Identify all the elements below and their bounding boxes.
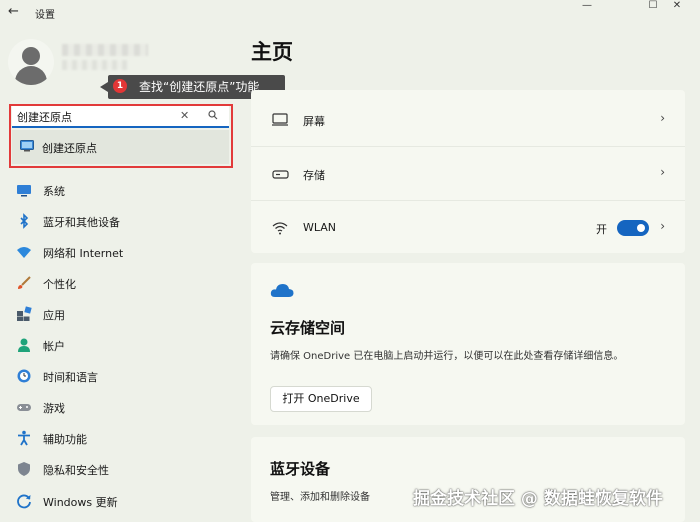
minimize-button[interactable]: —	[564, 0, 610, 14]
sidebar-item-privacy[interactable]: 隐私和安全性	[12, 456, 232, 484]
bluetooth-icon	[20, 213, 29, 229]
monitor-icon	[17, 185, 31, 197]
sidebar-item-time-language[interactable]: 时间和语言	[12, 363, 232, 391]
sidebar-item-label: 应用	[43, 309, 65, 322]
settings-row-display[interactable]: 屏幕 ›	[251, 100, 685, 140]
highlight-frame	[9, 104, 233, 168]
row-label: 存储	[303, 169, 325, 182]
cloud-storage-description: 请确保 OneDrive 已在电脑上启动并运行，以便可以在此处查看存储详细信息。	[270, 351, 624, 362]
sidebar-item-label: 时间和语言	[43, 371, 98, 384]
apps-icon	[17, 306, 32, 321]
cloud-storage-title: 云存储空间	[270, 319, 346, 337]
sidebar-item-bluetooth[interactable]: 蓝牙和其他设备	[12, 208, 232, 236]
chevron-right-icon: ›	[660, 219, 665, 233]
settings-row-storage[interactable]: 存储 ›	[251, 154, 685, 194]
sidebar-item-gaming[interactable]: 游戏	[12, 394, 232, 422]
sidebar-item-accessibility[interactable]: 辅助功能	[12, 425, 232, 453]
avatar-head	[22, 47, 40, 65]
globe-clock-icon	[17, 369, 31, 383]
sidebar-item-label: 辅助功能	[43, 433, 87, 446]
toggle-state-label: 开	[596, 223, 607, 236]
toggle-knob	[637, 224, 645, 232]
callout-text: 查找“创建还原点”功能	[139, 80, 260, 94]
watermark: 掘金技术社区 @ 数据蛙恢复软件	[413, 489, 663, 509]
sidebar-item-label: 系统	[43, 185, 65, 198]
gamepad-icon	[17, 404, 31, 411]
chevron-right-icon: ›	[660, 111, 665, 125]
avatar[interactable]	[8, 39, 54, 85]
account-icon	[18, 338, 30, 352]
wifi-icon	[272, 222, 288, 235]
divider	[251, 146, 685, 147]
row-label: 屏幕	[303, 115, 325, 128]
app-title: 设置	[35, 10, 55, 21]
sidebar-item-accounts[interactable]: 帐户	[12, 332, 232, 360]
back-button[interactable]: ←	[8, 4, 24, 20]
bluetooth-devices-title: 蓝牙设备	[270, 460, 331, 478]
callout-arrow	[100, 82, 108, 92]
sidebar-item-label: 隐私和安全性	[43, 464, 109, 477]
divider	[251, 200, 685, 201]
blurred-user-name	[62, 44, 148, 56]
quick-settings-card: 屏幕 › 存储 › WLAN 开 ›	[251, 90, 685, 253]
bluetooth-devices-card: 蓝牙设备 管理、添加和删除设备	[251, 437, 685, 522]
settings-row-wlan[interactable]: WLAN 开 ›	[251, 208, 685, 248]
sidebar-item-system[interactable]: 系统	[12, 177, 232, 205]
page-title: 主页	[251, 40, 293, 64]
sidebar-item-label: 游戏	[43, 402, 65, 415]
sidebar-item-label: 帐户	[43, 340, 65, 353]
title-bar: ← 设置 — ☐ ✕	[0, 0, 700, 26]
shield-icon	[18, 462, 30, 476]
sidebar-item-windows-update[interactable]: Windows 更新	[12, 488, 232, 516]
storage-icon	[272, 170, 289, 179]
sidebar-item-network[interactable]: 网络和 Internet	[12, 239, 232, 267]
sidebar-item-personalization[interactable]: 个性化	[12, 270, 232, 298]
sidebar-item-apps[interactable]: 应用	[12, 301, 232, 329]
step-badge: 1	[113, 79, 127, 93]
row-label: WLAN	[303, 221, 337, 234]
blurred-user-email	[62, 60, 128, 70]
close-button[interactable]: ✕	[654, 0, 700, 14]
onedrive-cloud-icon	[270, 284, 294, 297]
sidebar-item-label: 个性化	[43, 278, 76, 291]
wifi-icon	[17, 247, 31, 258]
wlan-toggle[interactable]	[617, 220, 649, 236]
update-icon	[17, 494, 31, 509]
cloud-storage-card: 云存储空间 请确保 OneDrive 已在电脑上启动并运行，以便可以在此处查看存…	[251, 263, 685, 425]
sidebar-item-label: 网络和 Internet	[43, 247, 124, 260]
chevron-right-icon: ›	[660, 165, 665, 179]
accessibility-icon	[18, 430, 30, 446]
avatar-body	[15, 66, 47, 85]
open-onedrive-button[interactable]: 打开 OneDrive	[270, 386, 372, 412]
sidebar-item-label: Windows 更新	[43, 496, 118, 509]
brush-icon	[18, 276, 31, 289]
bluetooth-devices-description: 管理、添加和删除设备	[270, 492, 370, 503]
display-icon	[272, 113, 288, 126]
sidebar-item-label: 蓝牙和其他设备	[43, 216, 120, 229]
